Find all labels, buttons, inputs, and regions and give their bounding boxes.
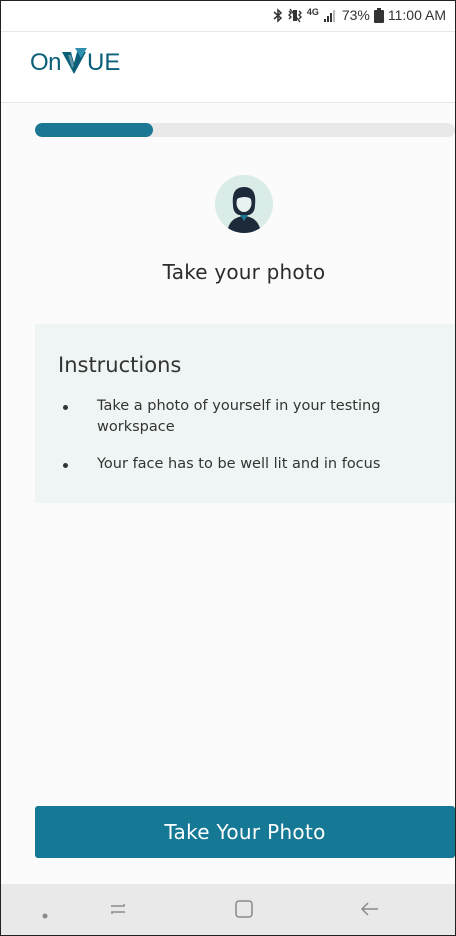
bullet-icon xyxy=(63,405,68,410)
instructions-card: Instructions Take a photo of yourself in… xyxy=(35,324,455,503)
take-your-photo-label: Take Your Photo xyxy=(164,820,326,844)
instruction-text: Take a photo of yourself in your testing… xyxy=(97,398,381,435)
battery-percent: 73% xyxy=(341,7,370,23)
instructions-heading: Instructions xyxy=(58,353,182,377)
logo-text-prefix: On xyxy=(30,49,62,76)
status-items: 4G 73% 11:00 AM xyxy=(273,7,446,23)
back-icon[interactable] xyxy=(359,898,381,924)
logo-text-suffix: UE xyxy=(87,49,121,76)
user-avatar-icon xyxy=(215,175,273,233)
instruction-item: Take a photo of yourself in your testing… xyxy=(35,396,455,438)
progress-bar xyxy=(35,123,455,137)
phone-screen: 4G 73% 11:00 AM On UE Take your photo In… xyxy=(0,0,456,936)
recent-apps-icon[interactable] xyxy=(107,898,129,924)
bullet-icon xyxy=(63,463,68,468)
vibrate-mute-icon xyxy=(287,8,303,23)
signal-strength-icon xyxy=(323,9,337,22)
home-icon[interactable] xyxy=(233,898,255,924)
clock: 11:00 AM xyxy=(387,7,446,23)
page-title: Take your photo xyxy=(162,260,326,284)
onvue-logo: On UE xyxy=(30,48,120,77)
logo-v-mark xyxy=(61,48,88,74)
network-type-label: 4G xyxy=(306,7,319,17)
instructions-list: Take a photo of yourself in your testing… xyxy=(35,396,455,491)
main-content: Take your photo Instructions Take a phot… xyxy=(1,103,455,883)
instruction-item: Your face has to be well lit and in focu… xyxy=(35,454,455,475)
take-your-photo-button[interactable]: Take Your Photo xyxy=(35,806,455,858)
progress-fill xyxy=(35,123,153,137)
status-bar: 4G 73% 11:00 AM xyxy=(1,1,455,32)
bluetooth-icon xyxy=(273,7,283,23)
instruction-text: Your face has to be well lit and in focu… xyxy=(97,456,381,472)
app-header: On UE xyxy=(1,32,455,103)
nav-dot-icon[interactable] xyxy=(41,905,49,924)
system-nav-bar xyxy=(1,884,455,935)
battery-icon xyxy=(373,7,384,23)
